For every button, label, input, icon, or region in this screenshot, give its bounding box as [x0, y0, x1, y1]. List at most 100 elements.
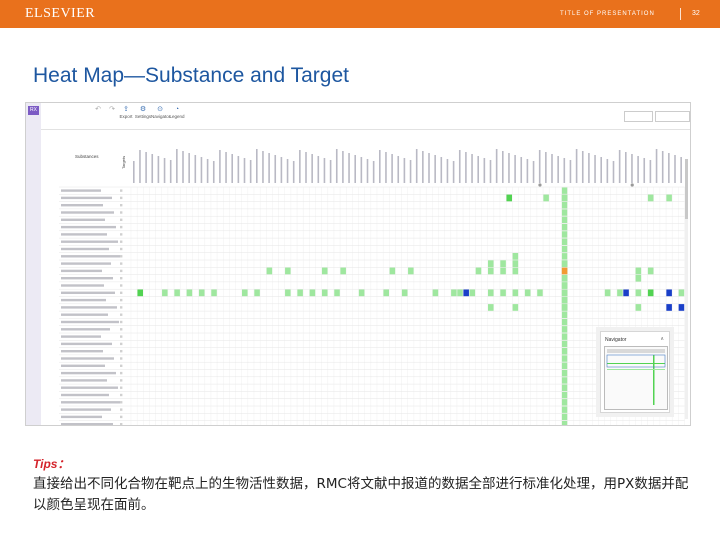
column-header[interactable]	[428, 153, 430, 183]
column-header[interactable]	[655, 149, 658, 183]
substance-row-label[interactable]	[61, 298, 106, 302]
column-header[interactable]	[133, 161, 135, 183]
column-header[interactable]	[422, 151, 424, 183]
heat-cell[interactable]	[647, 289, 654, 297]
heat-cell[interactable]	[488, 304, 494, 311]
heat-cell[interactable]	[198, 289, 205, 297]
heat-cell[interactable]	[242, 289, 248, 297]
column-header[interactable]	[366, 159, 369, 183]
column-header[interactable]	[600, 157, 602, 183]
column-header[interactable]	[477, 156, 479, 183]
column-header[interactable]	[379, 150, 381, 183]
heat-cell[interactable]	[321, 267, 328, 275]
heat-cell[interactable]	[500, 289, 506, 297]
heat-column-cell[interactable]	[561, 253, 568, 260]
substance-row-label[interactable]	[61, 408, 111, 411]
heat-column-cell[interactable]	[561, 238, 568, 246]
column-header[interactable]	[385, 152, 387, 183]
column-header[interactable]	[495, 149, 498, 183]
heat-column-cell[interactable]	[561, 399, 568, 406]
heat-cell[interactable]	[457, 289, 463, 297]
heat-cell[interactable]	[500, 260, 506, 267]
column-header[interactable]	[335, 149, 338, 183]
heat-cell[interactable]	[635, 274, 642, 282]
column-header[interactable]	[569, 160, 572, 183]
heat-map-grid[interactable]: Substances Targets	[41, 129, 690, 425]
settings-button[interactable]: ⚙ Settings	[134, 105, 152, 119]
column-header[interactable]	[434, 155, 436, 183]
column-header[interactable]	[446, 159, 449, 183]
column-header[interactable]	[194, 155, 197, 183]
column-header[interactable]	[452, 161, 455, 183]
heat-cell[interactable]	[334, 289, 340, 297]
column-header[interactable]	[649, 160, 652, 183]
heat-cell[interactable]	[561, 282, 568, 289]
heat-cell[interactable]	[137, 289, 143, 297]
heat-column-cell[interactable]	[561, 216, 568, 224]
column-header[interactable]	[317, 156, 320, 183]
substance-row-label[interactable]	[61, 364, 105, 367]
heat-cell[interactable]	[678, 289, 685, 297]
navigator-button[interactable]: ⊙ Navigator	[151, 105, 170, 119]
column-header[interactable]	[256, 149, 258, 183]
column-header[interactable]	[311, 154, 313, 183]
column-header[interactable]	[581, 151, 584, 183]
substance-row-label[interactable]	[61, 415, 102, 419]
heat-cell[interactable]	[512, 253, 519, 260]
heat-column-cell[interactable]	[561, 384, 568, 392]
column-header[interactable]	[323, 158, 326, 183]
substance-row-label[interactable]	[61, 211, 114, 214]
substance-row-label[interactable]	[61, 350, 103, 353]
substance-row-label[interactable]	[61, 255, 120, 258]
column-header[interactable]	[249, 160, 252, 183]
column-header[interactable]	[212, 161, 215, 183]
column-header[interactable]	[588, 153, 590, 183]
heat-cell[interactable]	[623, 289, 629, 297]
column-header[interactable]	[618, 150, 621, 183]
column-header[interactable]	[188, 153, 190, 183]
column-header[interactable]	[489, 160, 492, 183]
column-header[interactable]	[169, 160, 172, 183]
heat-column-cell[interactable]	[561, 377, 568, 384]
column-header[interactable]	[157, 156, 160, 183]
heat-cell[interactable]	[512, 267, 519, 275]
heat-column-cell[interactable]	[561, 391, 568, 399]
column-header[interactable]	[206, 159, 209, 183]
heat-cell[interactable]	[469, 289, 476, 297]
column-header[interactable]	[182, 151, 184, 183]
column-header[interactable]	[397, 156, 400, 183]
column-header[interactable]	[465, 152, 467, 183]
heat-column-cell[interactable]	[561, 340, 568, 348]
heat-cell[interactable]	[383, 289, 389, 297]
column-header[interactable]	[243, 158, 246, 183]
substance-row-label[interactable]	[61, 225, 116, 229]
heat-cell[interactable]	[401, 289, 408, 297]
column-header[interactable]	[668, 153, 670, 183]
heat-cell[interactable]	[543, 194, 549, 202]
column-header[interactable]	[274, 155, 277, 183]
column-header[interactable]	[360, 157, 363, 183]
column-header[interactable]	[145, 152, 147, 183]
column-header[interactable]	[680, 157, 682, 183]
substance-row-label[interactable]	[61, 240, 118, 243]
heat-cell[interactable]	[408, 267, 414, 275]
navigator-minimap[interactable]	[604, 346, 668, 410]
column-header[interactable]	[575, 149, 578, 183]
column-header[interactable]	[151, 154, 154, 183]
heat-cell[interactable]	[561, 289, 568, 297]
column-header[interactable]	[563, 158, 566, 183]
column-header[interactable]	[471, 154, 473, 183]
column-header[interactable]	[538, 150, 541, 183]
substance-row-label[interactable]	[61, 269, 102, 273]
heat-cell[interactable]	[500, 267, 506, 275]
filter-select-1[interactable]	[624, 111, 653, 122]
column-header[interactable]	[502, 151, 504, 183]
column-header[interactable]	[342, 151, 344, 183]
column-header[interactable]	[237, 156, 240, 183]
column-header[interactable]	[219, 150, 221, 183]
substance-row-label[interactable]	[61, 379, 107, 382]
column-header[interactable]	[440, 157, 443, 183]
heat-cell[interactable]	[604, 289, 611, 297]
column-header[interactable]	[225, 152, 227, 183]
substance-row-label[interactable]	[61, 320, 119, 324]
